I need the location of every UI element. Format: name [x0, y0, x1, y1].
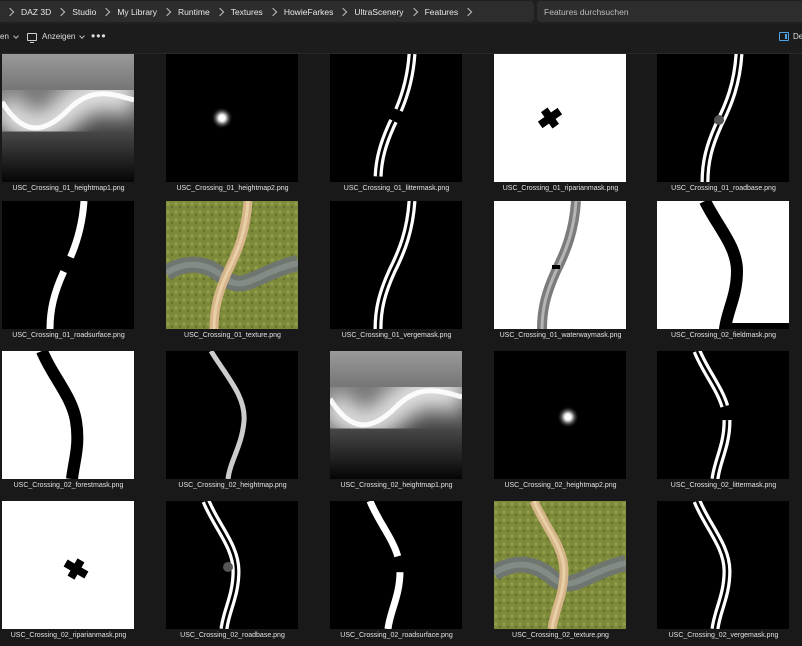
- file-thumbnail[interactable]: [166, 351, 298, 479]
- search-box[interactable]: [537, 1, 802, 22]
- file-thumbnail[interactable]: [657, 351, 789, 479]
- file-name: USC_Crossing_01_texture.png: [184, 332, 281, 339]
- breadcrumb-my-library[interactable]: My Library: [117, 5, 157, 19]
- file-thumbnail[interactable]: [330, 501, 462, 629]
- breadcrumb-ultrascenery[interactable]: UltraScenery: [354, 5, 403, 19]
- file-thumbnail[interactable]: [494, 351, 626, 479]
- chevron-down-icon: [79, 32, 86, 39]
- details-pane-button[interactable]: De: [779, 32, 802, 41]
- file-item[interactable]: USC_Crossing_02_heightmap.png: [164, 350, 328, 500]
- file-item[interactable]: USC_Crossing_02_heightmap1.png: [328, 350, 492, 500]
- file-thumbnail[interactable]: [657, 201, 789, 329]
- file-item[interactable]: USC_Crossing_02_heightmap2.png: [492, 350, 656, 500]
- file-grid: USC_Crossing_01_heightmap1.png USC_Cross…: [0, 53, 802, 646]
- breadcrumb-daz3d[interactable]: DAZ 3D: [21, 5, 51, 19]
- breadcrumb-textures[interactable]: Textures: [231, 5, 263, 19]
- file-item[interactable]: USC_Crossing_01_riparianmask.png: [492, 53, 656, 203]
- file-item[interactable]: USC_Crossing_01_waterwaymask.png: [492, 200, 656, 350]
- file-name: USC_Crossing_02_forestmask.png: [13, 482, 124, 489]
- file-thumbnail[interactable]: [2, 501, 134, 629]
- file-item[interactable]: USC_Crossing_02_forestmask.png: [0, 350, 164, 500]
- file-name: USC_Crossing_02_heightmap2.png: [504, 482, 617, 489]
- command-bar: en Anzeigen ••• De: [0, 24, 802, 54]
- file-thumbnail[interactable]: [330, 54, 462, 182]
- file-thumbnail[interactable]: [330, 201, 462, 329]
- file-thumbnail[interactable]: [166, 501, 298, 629]
- sort-label: en: [0, 32, 9, 41]
- file-name: USC_Crossing_02_roadsurface.png: [340, 632, 453, 639]
- more-options-button[interactable]: •••: [91, 29, 107, 43]
- file-item[interactable]: USC_Crossing_02_riparianmask.png: [0, 500, 164, 646]
- monitor-icon: [27, 32, 37, 43]
- chevron-right-icon[interactable]: [56, 7, 66, 16]
- file-thumbnail[interactable]: [657, 501, 789, 629]
- file-item[interactable]: USC_Crossing_02_texture.png: [492, 500, 656, 646]
- file-item[interactable]: USC_Crossing_01_vergemask.png: [328, 200, 492, 350]
- file-thumbnail[interactable]: [494, 54, 626, 182]
- file-name: USC_Crossing_02_littermask.png: [670, 482, 777, 489]
- file-item[interactable]: USC_Crossing_01_heightmap1.png: [0, 53, 164, 203]
- search-input[interactable]: [537, 5, 796, 18]
- file-item[interactable]: USC_Crossing_02_fieldmask.png: [655, 200, 802, 350]
- file-thumbnail[interactable]: [166, 201, 298, 329]
- file-name: USC_Crossing_01_heightmap1.png: [12, 185, 125, 192]
- file-thumbnail[interactable]: [2, 54, 134, 182]
- file-name: USC_Crossing_02_fieldmask.png: [670, 332, 777, 339]
- file-name: USC_Crossing_02_riparianmask.png: [10, 632, 127, 639]
- more-icon: •••: [91, 29, 107, 43]
- file-name: USC_Crossing_01_roadbase.png: [671, 185, 776, 192]
- file-item[interactable]: USC_Crossing_02_vergemask.png: [655, 500, 802, 646]
- file-name: USC_Crossing_01_heightmap2.png: [176, 185, 289, 192]
- file-item[interactable]: USC_Crossing_02_roadsurface.png: [328, 500, 492, 646]
- chevron-down-icon: [13, 32, 19, 39]
- chevron-right-icon[interactable]: [102, 7, 111, 16]
- address-bar: DAZ 3D Studio My Library Runtime Texture…: [0, 0, 802, 24]
- view-button[interactable]: Anzeigen: [27, 32, 86, 43]
- file-item[interactable]: USC_Crossing_01_heightmap2.png: [164, 53, 328, 203]
- breadcrumb-features[interactable]: Features: [425, 5, 459, 19]
- details-label: De: [793, 32, 802, 41]
- file-name: USC_Crossing_01_littermask.png: [343, 185, 450, 192]
- file-thumbnail[interactable]: [494, 201, 626, 329]
- chevron-right-icon[interactable]: [268, 7, 278, 16]
- file-thumbnail[interactable]: [494, 501, 626, 629]
- file-item[interactable]: USC_Crossing_01_roadsurface.png: [0, 200, 164, 350]
- file-item[interactable]: USC_Crossing_01_roadbase.png: [655, 53, 802, 203]
- details-pane-icon: [779, 32, 789, 41]
- sort-button[interactable]: en: [0, 32, 19, 41]
- chevron-right-icon: [5, 7, 15, 16]
- file-item[interactable]: USC_Crossing_01_littermask.png: [328, 53, 492, 203]
- breadcrumb-runtime[interactable]: Runtime: [178, 5, 210, 19]
- file-item[interactable]: USC_Crossing_02_littermask.png: [655, 350, 802, 500]
- breadcrumb-studio[interactable]: Studio: [72, 5, 96, 19]
- breadcrumb[interactable]: DAZ 3D Studio My Library Runtime Texture…: [0, 1, 534, 22]
- file-name: USC_Crossing_02_roadbase.png: [180, 632, 285, 639]
- breadcrumb-howiefarkes[interactable]: HowieFarkes: [284, 5, 334, 19]
- file-item[interactable]: USC_Crossing_02_roadbase.png: [164, 500, 328, 646]
- chevron-right-icon[interactable]: [215, 7, 224, 16]
- file-thumbnail[interactable]: [657, 54, 789, 182]
- chevron-right-icon[interactable]: [162, 7, 172, 16]
- file-name: USC_Crossing_01_riparianmask.png: [502, 185, 619, 192]
- file-thumbnail[interactable]: [166, 54, 298, 182]
- file-name: USC_Crossing_02_texture.png: [512, 632, 609, 639]
- chevron-right-icon[interactable]: [463, 7, 473, 16]
- file-name: USC_Crossing_01_roadsurface.png: [12, 332, 125, 339]
- file-thumbnail[interactable]: [330, 351, 462, 479]
- file-name: USC_Crossing_01_vergemask.png: [341, 332, 452, 339]
- file-thumbnail[interactable]: [2, 351, 134, 479]
- chevron-right-icon[interactable]: [339, 7, 348, 16]
- file-name: USC_Crossing_01_waterwaymask.png: [499, 332, 622, 339]
- file-thumbnail[interactable]: [2, 201, 134, 329]
- file-item[interactable]: USC_Crossing_01_texture.png: [164, 200, 328, 350]
- file-name: USC_Crossing_02_heightmap.png: [178, 482, 287, 489]
- file-name: USC_Crossing_02_heightmap1.png: [340, 482, 453, 489]
- file-name: USC_Crossing_02_vergemask.png: [668, 632, 779, 639]
- view-label: Anzeigen: [42, 32, 76, 41]
- chevron-right-icon[interactable]: [409, 7, 418, 16]
